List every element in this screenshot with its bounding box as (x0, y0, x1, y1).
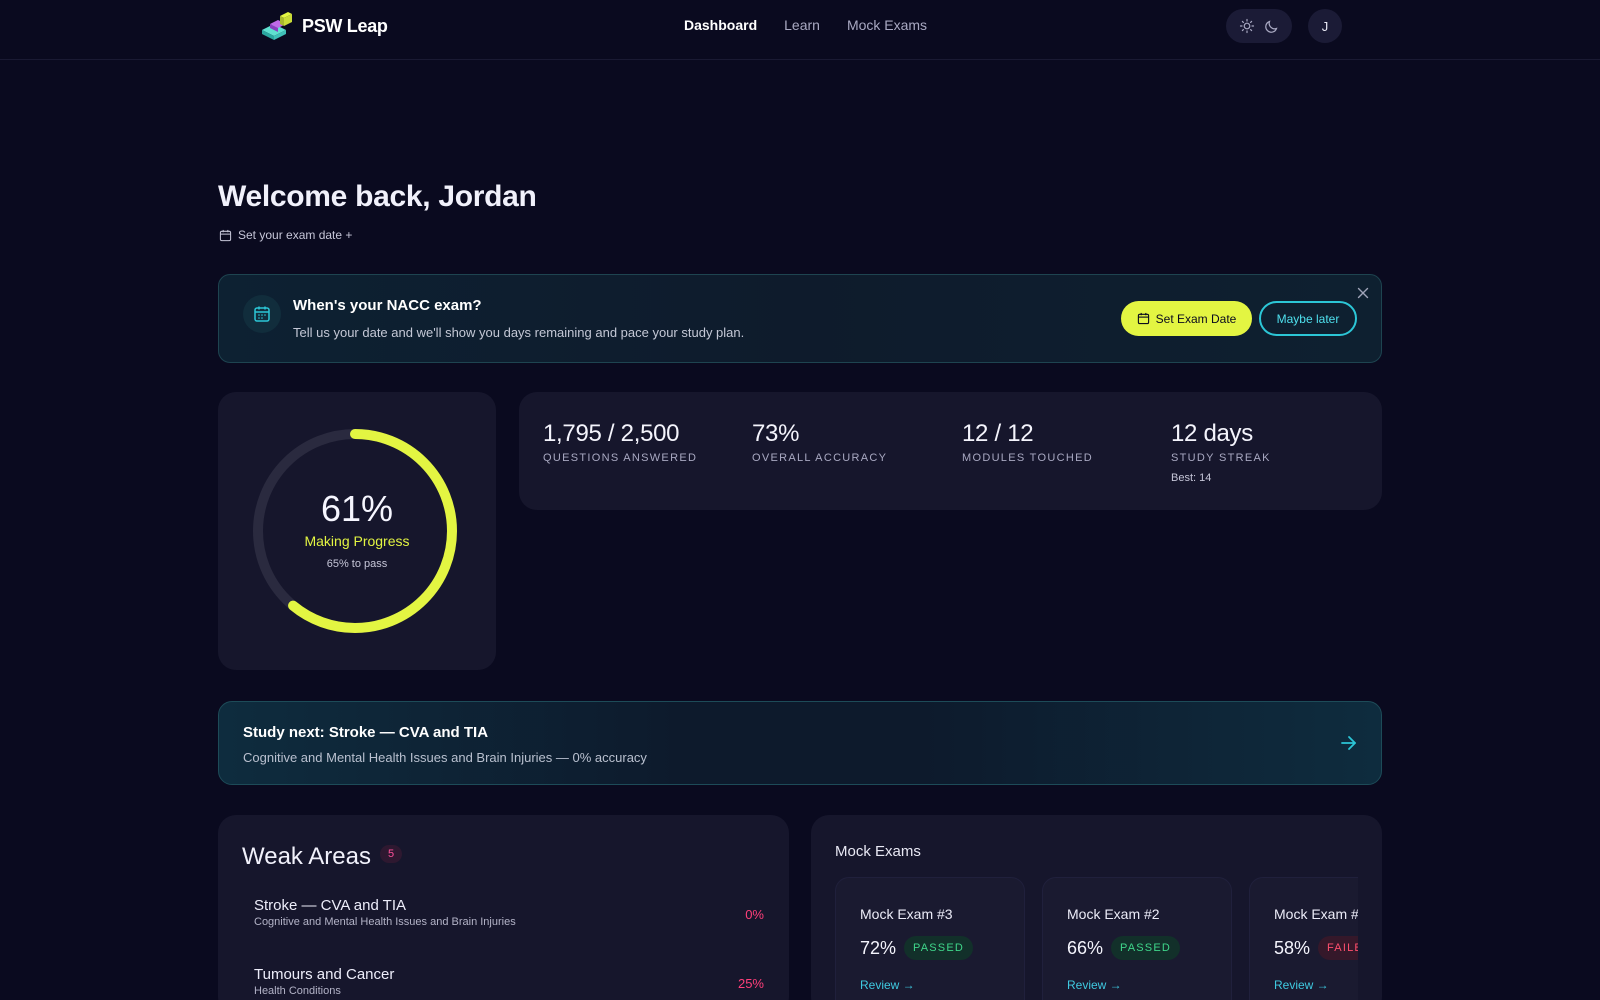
brand[interactable]: PSW Leap (258, 10, 388, 42)
status-badge: PASSED (1111, 936, 1181, 960)
main-nav: Dashboard Learn Mock Exams (684, 17, 927, 33)
status-badge: PASSED (904, 936, 974, 960)
calendar-icon (219, 229, 232, 241)
set-exam-date-button[interactable]: Set Exam Date (1121, 301, 1252, 336)
set-exam-date-link[interactable]: Set your exam date + (219, 228, 352, 242)
set-exam-date-button-label: Set Exam Date (1155, 311, 1237, 326)
nav-learn[interactable]: Learn (784, 17, 820, 33)
arrow-right-icon[interactable] (1339, 733, 1359, 753)
mock-exam-name: Mock Exam # (1274, 906, 1358, 922)
moon-icon[interactable] (1264, 18, 1280, 34)
stat-questions-answered: 1,795 / 2,500 QUESTIONS ANSWERED (543, 420, 697, 464)
stat-value: 12 days (1171, 420, 1253, 447)
weak-areas-card: Weak Areas 5 Stroke — CVA and TIA Cognit… (218, 815, 789, 1000)
mock-exam-name: Mock Exam #2 (1067, 906, 1160, 922)
weak-area-item[interactable]: Tumours and Cancer Health Conditions 25% (254, 966, 764, 1000)
weak-areas-title: Weak Areas (242, 843, 371, 870)
readiness-percent: 61% (320, 488, 394, 529)
banner-calendar-badge (243, 295, 281, 333)
readiness-status: Making Progress (304, 533, 410, 549)
page-title: Welcome back, Jordan (218, 180, 537, 213)
nav-dashboard[interactable]: Dashboard (684, 17, 757, 33)
exam-date-banner: When's your NACC exam? Tell us your date… (218, 274, 1382, 363)
calendar-icon (254, 306, 270, 322)
mock-exam-score: 66% (1067, 938, 1104, 958)
mock-exam-card[interactable]: Mock Exam # 58% FAILED Review → (1249, 877, 1358, 1000)
stat-value: 73% (752, 420, 800, 447)
nav-mock-exams[interactable]: Mock Exams (847, 17, 927, 33)
stat-label: QUESTIONS ANSWERED (543, 452, 698, 464)
review-link[interactable]: Review → (1274, 978, 1329, 992)
mock-exams-card: Mock Exams Mock Exam #3 72% PASSED Revie… (811, 815, 1382, 1000)
pass-threshold: 65% to pass (326, 558, 388, 570)
study-next-title: Study next: Stroke — CVA and TIA (243, 724, 489, 741)
stat-overall-accuracy: 73% OVERALL ACCURACY (752, 420, 887, 464)
banner-subtitle: Tell us your date and we'll show you day… (293, 325, 745, 340)
status-badge: FAILED (1318, 936, 1358, 960)
weak-area-module: Cognitive and Mental Health Issues and B… (254, 916, 516, 928)
maybe-later-button[interactable]: Maybe later (1259, 301, 1357, 336)
logo-icon (262, 12, 292, 40)
stat-study-streak: 12 days STUDY STREAK Best: 14 (1171, 420, 1271, 484)
top-bar: PSW Leap Dashboard Learn Mock Exams J (0, 0, 1600, 60)
weak-areas-count-badge: 5 (380, 845, 402, 863)
stat-best-streak: Best: 14 (1171, 472, 1212, 484)
weak-area-accuracy: 0% (745, 907, 764, 922)
stat-label: MODULES TOUCHED (962, 452, 1093, 464)
mock-exam-card[interactable]: Mock Exam #3 72% PASSED Review → (835, 877, 1025, 1000)
weak-area-accuracy: 25% (737, 976, 764, 991)
stat-label: STUDY STREAK (1171, 452, 1271, 464)
stat-value: 12 / 12 (962, 420, 1034, 447)
close-icon[interactable] (1355, 285, 1371, 301)
progress-ring (253, 429, 457, 633)
review-link[interactable]: Review → (1067, 978, 1122, 992)
study-next-subtitle: Cognitive and Mental Health Issues and B… (243, 750, 647, 765)
study-next-card[interactable]: Study next: Stroke — CVA and TIA Cogniti… (218, 701, 1382, 785)
stat-modules-touched: 12 / 12 MODULES TOUCHED (962, 420, 1093, 464)
avatar[interactable]: J (1308, 9, 1342, 43)
weak-area-title: Stroke — CVA and TIA (254, 897, 407, 914)
brand-name: PSW Leap (302, 15, 388, 36)
mock-exam-score: 58% (1274, 938, 1311, 958)
weak-area-item[interactable]: Stroke — CVA and TIA Cognitive and Menta… (254, 897, 764, 941)
mock-exam-name: Mock Exam #3 (860, 906, 953, 922)
theme-toggle[interactable] (1226, 9, 1292, 43)
stat-value: 1,795 / 2,500 (543, 420, 680, 447)
mock-exam-card[interactable]: Mock Exam #2 66% PASSED Review → (1042, 877, 1232, 1000)
weak-area-title: Tumours and Cancer (254, 966, 395, 983)
mock-exams-scroller[interactable]: Mock Exam #3 72% PASSED Review → Mock Ex… (835, 877, 1358, 1000)
weak-area-module: Health Conditions (254, 985, 341, 997)
banner-title: When's your NACC exam? (293, 297, 482, 314)
calendar-icon (1137, 312, 1149, 325)
readiness-card: 61% Making Progress 65% to pass (218, 392, 496, 670)
mock-exams-title: Mock Exams (835, 843, 921, 860)
review-link[interactable]: Review → (860, 978, 915, 992)
mock-exam-score: 72% (860, 938, 897, 958)
stat-label: OVERALL ACCURACY (752, 452, 888, 464)
stats-card: 1,795 / 2,500 QUESTIONS ANSWERED 73% OVE… (519, 392, 1382, 510)
set-exam-date-label: Set your exam date + (238, 228, 353, 242)
sun-icon[interactable] (1239, 18, 1255, 34)
